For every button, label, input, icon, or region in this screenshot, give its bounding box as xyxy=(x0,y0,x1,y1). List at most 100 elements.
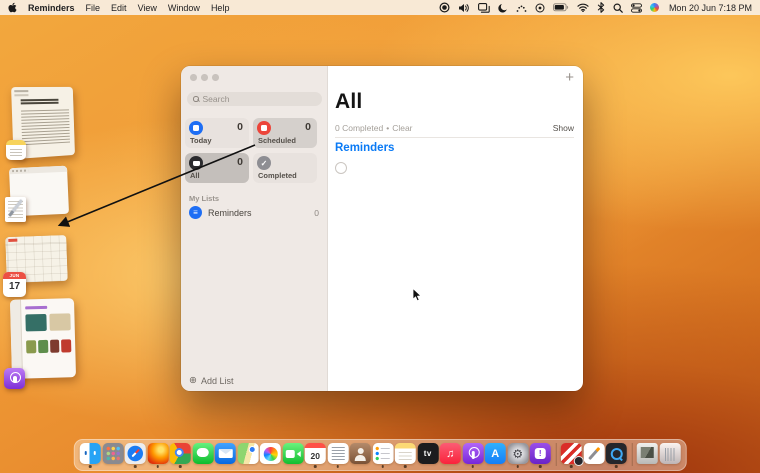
dock-contacts[interactable] xyxy=(349,443,371,468)
dock-calendar[interactable]: 20 xyxy=(304,443,326,468)
parallels-icon xyxy=(560,443,584,466)
smart-list-label: All xyxy=(190,171,200,180)
dock-launchpad[interactable] xyxy=(102,443,124,468)
running-indicator xyxy=(179,465,182,468)
appstore-icon: A xyxy=(484,443,506,464)
maps-icon xyxy=(237,443,259,464)
running-indicator xyxy=(570,465,573,468)
dock-notes[interactable] xyxy=(394,443,416,468)
running-indicator xyxy=(539,465,542,468)
search-field[interactable] xyxy=(187,92,322,106)
dock-photos[interactable] xyxy=(259,443,281,468)
search-input[interactable] xyxy=(202,94,316,104)
running-indicator xyxy=(134,465,137,468)
calendar-icon-day: 17 xyxy=(8,281,21,292)
dock-maps[interactable] xyxy=(237,443,259,468)
reminders-content: + All 0 Completed • Clear Show Reminders xyxy=(328,66,583,391)
dock-messages[interactable] xyxy=(192,443,214,468)
status-icons xyxy=(439,0,659,15)
dock-quicktime[interactable] xyxy=(605,443,627,468)
list-label: Reminders xyxy=(208,207,252,218)
dock-settings[interactable]: ⚙ xyxy=(507,443,529,468)
minimize-button[interactable] xyxy=(201,74,208,81)
menu-edit[interactable]: Edit xyxy=(111,3,127,13)
dock-music[interactable]: ♫ xyxy=(439,443,461,468)
smart-list-label: Scheduled xyxy=(258,136,296,145)
menu-window[interactable]: Window xyxy=(168,3,200,13)
menu-help[interactable]: Help xyxy=(211,3,230,13)
dock-trash[interactable] xyxy=(659,443,681,468)
dock-firefox[interactable] xyxy=(147,443,169,468)
siri-icon[interactable] xyxy=(649,0,659,15)
running-indicator xyxy=(404,465,407,468)
smart-list-count: 0 xyxy=(305,121,311,133)
timer-icon[interactable] xyxy=(535,0,545,15)
dock-recent-file[interactable] xyxy=(636,443,658,468)
smart-list-scheduled[interactable]: 0 Scheduled xyxy=(253,118,317,148)
dock-parallels[interactable] xyxy=(560,443,584,468)
screen-recording-icon[interactable] xyxy=(439,0,450,15)
menu-bar-clock[interactable]: Mon 20 Jun 7:18 PM xyxy=(669,3,752,13)
dock-tv[interactable]: tv xyxy=(417,443,439,468)
list-row-reminders[interactable]: ≡ Reminders 0 xyxy=(185,204,323,221)
notes-app-icon xyxy=(6,140,26,160)
zoom-button[interactable] xyxy=(212,74,219,81)
messages-icon xyxy=(192,443,214,464)
menu-list: File Edit View Window Help xyxy=(86,3,230,13)
smart-list-completed[interactable]: Completed xyxy=(253,153,317,183)
smart-list-all[interactable]: 0 All xyxy=(185,153,249,183)
contacts-icon xyxy=(349,443,371,464)
running-indicator xyxy=(516,465,519,468)
add-reminder-button[interactable]: + xyxy=(565,70,574,85)
dock-textedit[interactable] xyxy=(327,443,349,468)
bluetooth-icon[interactable] xyxy=(597,0,605,15)
dock-feedback[interactable]: ! xyxy=(529,443,551,468)
add-list-button[interactable]: Add List xyxy=(189,375,234,386)
active-app-name[interactable]: Reminders xyxy=(28,3,75,13)
dock-reminders[interactable] xyxy=(372,443,394,468)
new-reminder-checkbox[interactable] xyxy=(335,162,347,174)
facetime-icon xyxy=(282,443,304,464)
running-indicator xyxy=(336,465,339,468)
control-center-icon[interactable] xyxy=(630,0,642,15)
smart-list-today[interactable]: 0 Today xyxy=(185,118,249,148)
podcasts-window-thumbnail[interactable] xyxy=(9,298,77,379)
completed-count: 0 Completed xyxy=(335,123,384,133)
menu-view[interactable]: View xyxy=(138,3,157,13)
running-indicator xyxy=(156,465,159,468)
running-indicator xyxy=(314,465,317,468)
dock-podcasts[interactable] xyxy=(462,443,484,468)
keyboard-brightness-icon[interactable] xyxy=(516,0,527,15)
list-count: 0 xyxy=(314,207,319,218)
dock-pages[interactable] xyxy=(583,443,605,468)
notes-icon xyxy=(394,443,416,464)
spotlight-icon[interactable] xyxy=(613,0,623,15)
dock-mail[interactable] xyxy=(214,443,236,468)
calendar-icon-month: JUN xyxy=(3,272,26,279)
apple-menu-icon[interactable] xyxy=(8,2,17,13)
dot-separator: • xyxy=(386,123,390,133)
dock-chrome[interactable] xyxy=(169,443,191,468)
divider xyxy=(335,137,574,138)
dock-finder[interactable] xyxy=(79,443,101,468)
wifi-icon[interactable] xyxy=(577,0,589,15)
chrome-icon xyxy=(169,443,191,464)
my-lists-label: My Lists xyxy=(189,194,220,203)
dock-appstore[interactable]: A xyxy=(484,443,506,468)
smart-list-count: 0 xyxy=(237,156,243,168)
note-title-lines xyxy=(20,98,59,102)
settings-icon: ⚙ xyxy=(507,443,529,464)
clear-button[interactable]: Clear xyxy=(392,123,412,133)
running-indicator xyxy=(615,465,618,468)
show-button[interactable]: Show xyxy=(553,123,574,133)
volume-icon[interactable] xyxy=(458,0,470,15)
dock-safari[interactable] xyxy=(124,443,146,468)
tv-icon: tv xyxy=(417,443,439,464)
stage-manager-icon[interactable] xyxy=(477,0,490,15)
music-icon: ♫ xyxy=(439,443,461,464)
close-button[interactable] xyxy=(190,74,197,81)
menu-file[interactable]: File xyxy=(86,3,101,13)
dock-facetime[interactable] xyxy=(282,443,304,468)
battery-icon[interactable] xyxy=(552,0,569,15)
focus-moon-icon[interactable] xyxy=(498,0,508,15)
